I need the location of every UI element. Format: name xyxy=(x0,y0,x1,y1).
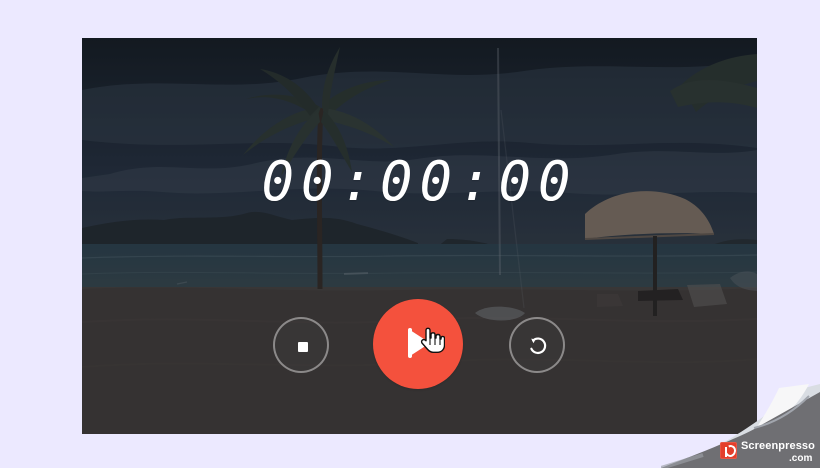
hand-pointer-icon xyxy=(420,327,445,353)
stopwatch-card: 00:00:00 xyxy=(82,38,757,434)
start-button[interactable] xyxy=(373,299,463,389)
screenpresso-logo-icon xyxy=(720,442,737,459)
screenpresso-brand: Screenpresso xyxy=(741,440,815,452)
screenpresso-watermark: Screenpresso .com xyxy=(661,384,820,468)
stopwatch-page: 00:00:00 Screenpresso .com xyxy=(0,0,820,468)
timer-display: 00:00:00 xyxy=(261,150,578,213)
stop-icon xyxy=(298,342,308,352)
screenpresso-domain: .com xyxy=(789,453,813,464)
reset-button[interactable] xyxy=(509,317,565,373)
reset-icon xyxy=(530,337,547,355)
stop-button[interactable] xyxy=(273,317,329,373)
